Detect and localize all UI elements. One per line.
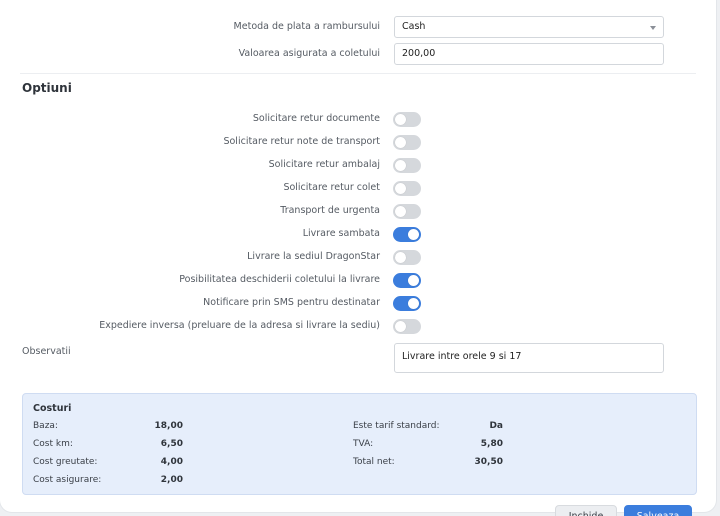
option-toggle[interactable] [393, 181, 421, 196]
option-row: Solicitare retur colet [0, 180, 716, 196]
option-row: Solicitare retur ambalaj [0, 157, 716, 173]
option-toggle[interactable] [393, 296, 421, 311]
option-label: Solicitare retur ambalaj [268, 159, 380, 170]
toggle-knob [395, 183, 406, 194]
shipment-options-card: Metoda de plata a rambursului Cash Valoa… [0, 0, 716, 512]
vat-value: 5,80 [480, 439, 503, 449]
option-label: Solicitare retur colet [283, 182, 380, 193]
option-row: Expediere inversa (preluare de la adresa… [0, 318, 716, 334]
insured-value-label: Valoarea asigurata a coletului [238, 48, 380, 59]
option-row: Solicitare retur note de transport [0, 134, 716, 150]
save-button[interactable]: Salveaza [624, 505, 692, 516]
standard-tariff-value: Da [489, 421, 503, 431]
toggle-knob [395, 252, 406, 263]
insured-value-row: Valoarea asigurata a coletului 200,00 [0, 43, 716, 65]
toggle-knob [408, 275, 419, 286]
payment-method-value: Cash [402, 21, 426, 32]
toggle-knob [395, 160, 406, 171]
observations-label: Observatii [22, 346, 71, 357]
option-row: Solicitare retur documente [0, 111, 716, 127]
option-label: Notificare prin SMS pentru destinatar [203, 297, 380, 308]
option-row: Notificare prin SMS pentru destinatar [0, 295, 716, 311]
vat-label: TVA: [353, 439, 374, 449]
option-toggle[interactable] [393, 227, 421, 242]
option-row: Posibilitatea deschiderii coletului la l… [0, 272, 716, 288]
option-label: Livrare sambata [302, 228, 380, 239]
options-title: Optiuni [22, 81, 72, 95]
option-label: Expediere inversa (preluare de la adresa… [99, 320, 380, 331]
chevron-down-icon [650, 26, 656, 30]
observations-textarea[interactable]: Livrare intre orele 9 si 17 [394, 343, 664, 373]
option-toggle[interactable] [393, 319, 421, 334]
toggle-knob [395, 137, 406, 148]
toggle-knob [395, 114, 406, 125]
option-row: Livrare sambata [0, 226, 716, 242]
costs-panel: Costuri Baza: 18,00 Cost km: 6,50 Cost g… [22, 393, 697, 495]
option-label: Solicitare retur note de transport [223, 136, 380, 147]
option-toggle[interactable] [393, 135, 421, 150]
cost-km-value: 6,50 [160, 439, 183, 449]
cost-insurance-label: Cost asigurare: [33, 475, 102, 485]
payment-method-label: Metoda de plata a rambursului [233, 21, 380, 32]
toggle-knob [395, 321, 406, 332]
cost-base-label: Baza: [33, 421, 58, 431]
toggle-knob [408, 229, 419, 240]
toggle-knob [395, 206, 406, 217]
option-label: Solicitare retur documente [252, 113, 380, 124]
cost-km-label: Cost km: [33, 439, 73, 449]
cost-weight-value: 4,00 [160, 457, 183, 467]
cost-insurance-value: 2,00 [160, 475, 183, 485]
payment-method-row: Metoda de plata a rambursului Cash [0, 16, 716, 38]
payment-method-select[interactable]: Cash [394, 16, 664, 38]
cost-weight-label: Cost greutate: [33, 457, 98, 467]
total-net-label: Total net: [353, 457, 395, 467]
option-row: Livrare la sediul DragonStar [0, 249, 716, 265]
costs-title: Costuri [33, 403, 72, 414]
option-toggle[interactable] [393, 158, 421, 173]
option-label: Posibilitatea deschiderii coletului la l… [179, 274, 380, 285]
toggle-knob [408, 298, 419, 309]
option-toggle[interactable] [393, 112, 421, 127]
standard-tariff-label: Este tarif standard: [353, 421, 440, 431]
option-toggle[interactable] [393, 250, 421, 265]
option-toggle[interactable] [393, 204, 421, 219]
close-button[interactable]: Inchide [555, 505, 617, 516]
option-toggle[interactable] [393, 273, 421, 288]
section-divider [20, 73, 696, 74]
total-net-value: 30,50 [474, 457, 503, 467]
option-row: Transport de urgenta [0, 203, 716, 219]
insured-value-input[interactable]: 200,00 [394, 43, 664, 65]
cost-base-value: 18,00 [154, 421, 183, 431]
option-label: Livrare la sediul DragonStar [247, 251, 380, 262]
option-label: Transport de urgenta [280, 205, 380, 216]
